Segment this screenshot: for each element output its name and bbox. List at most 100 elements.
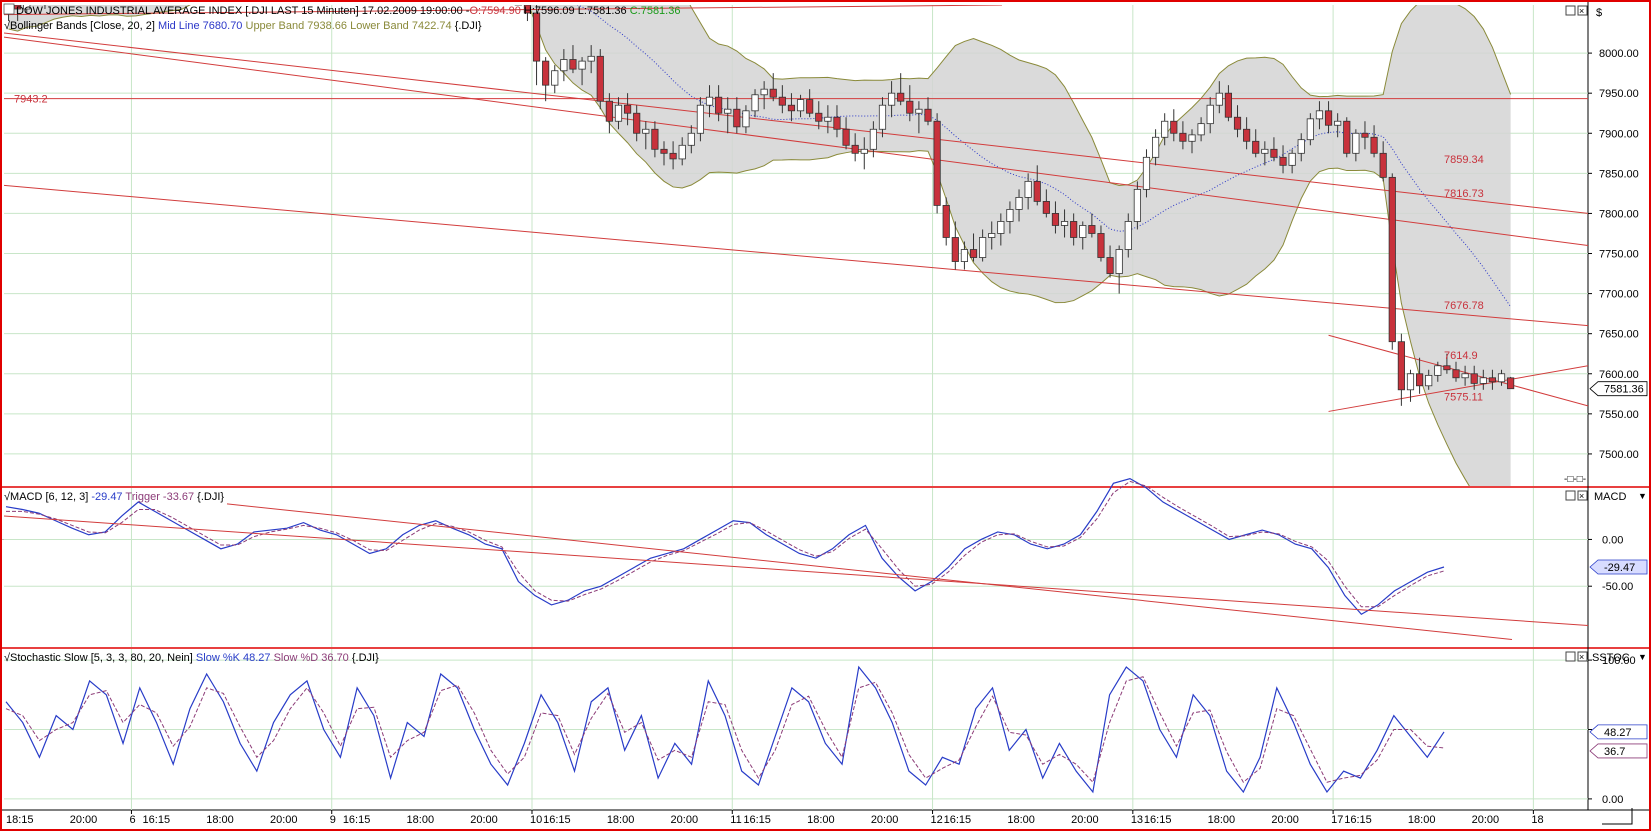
- candle-down: [833, 116, 841, 130]
- time-axis-label: 20:00: [470, 814, 498, 826]
- candle-up: [869, 128, 877, 150]
- stoch-axis-tick-label: 0.00: [1602, 794, 1623, 806]
- candle-up: [1133, 188, 1141, 222]
- candle-down: [1224, 92, 1232, 118]
- candle-up: [1024, 180, 1032, 198]
- candle-up: [960, 249, 969, 262]
- time-axis-label: 18:00: [1208, 814, 1236, 826]
- chart-window: 7943.2 7859.34 7816.73 7676.78 7614.9 7575.11…: [0, 0, 1651, 831]
- candle-up: [1497, 373, 1506, 383]
- time-axis-label: 16:15: [143, 814, 171, 826]
- candle-down: [969, 249, 978, 258]
- trendline-long-support: [4, 184, 1588, 327]
- time-axis-label: 17: [1331, 814, 1343, 826]
- level-label: 7575.11: [1444, 392, 1483, 404]
- candle-down: [660, 148, 668, 154]
- candle-down: [924, 108, 932, 122]
- candle-up: [1006, 209, 1014, 222]
- candle-down: [1388, 176, 1396, 343]
- time-axis-label: 11: [730, 814, 741, 826]
- candle-down: [542, 60, 550, 86]
- close-glyph: ×: [1579, 491, 1584, 501]
- candle-up: [796, 99, 805, 112]
- time-axis-label: 18:00: [1408, 814, 1436, 826]
- time-axis-label: 18:00: [1007, 814, 1035, 826]
- candle-down: [1279, 156, 1287, 166]
- macd-trendline-1: [3, 515, 1589, 626]
- dropdown-arrow-icon[interactable]: ▼: [1638, 652, 1647, 662]
- bollinger-band-fill: [8, 5, 1511, 486]
- scroll-nav-glyph[interactable]: -□-□-: [1564, 474, 1586, 485]
- candle-up: [1406, 373, 1415, 391]
- candle-down: [1179, 132, 1187, 142]
- candle-up: [751, 94, 759, 112]
- candle-up: [560, 59, 568, 72]
- stoch-axis-label: SSTOC: [1592, 652, 1630, 664]
- candle-up: [678, 144, 686, 160]
- chart-menu-icon[interactable]: [3, 3, 15, 15]
- dropdown-arrow-icon[interactable]: ▼: [1638, 491, 1647, 501]
- candle-up: [860, 148, 868, 154]
- candle-down: [1252, 140, 1260, 154]
- candle-up: [1188, 134, 1196, 142]
- candle-down: [1443, 365, 1451, 371]
- current-d-label: 36.7: [1604, 746, 1625, 758]
- candle-down: [778, 96, 786, 106]
- level-label: 7816.73: [1444, 188, 1484, 200]
- candle-up: [824, 116, 832, 122]
- candle-down: [806, 99, 814, 114]
- candle-down: [1452, 369, 1460, 379]
- candle-down: [933, 120, 941, 206]
- candle-up: [1261, 148, 1269, 154]
- candle-up: [988, 233, 996, 238]
- restore-icon[interactable]: [1565, 5, 1576, 16]
- candle-up: [979, 237, 987, 258]
- candle-down: [769, 88, 777, 98]
- price-axis-tick-label: 7750.00: [1599, 249, 1639, 261]
- candle-up: [915, 108, 923, 114]
- level-label: 7676.78: [1444, 300, 1484, 312]
- time-axis-label: 18: [1531, 814, 1543, 826]
- candle-up: [1425, 374, 1433, 387]
- time-axis-label: 18:15: [6, 814, 34, 826]
- candle-up: [1434, 365, 1442, 376]
- candle-down: [596, 55, 604, 102]
- candle-up: [1215, 92, 1223, 106]
- candle-down: [1488, 377, 1496, 383]
- time-axis-label: 16:15: [743, 814, 771, 826]
- candle-down: [951, 237, 959, 262]
- price-window-buttons: ×: [1565, 5, 1588, 16]
- restore-icon[interactable]: [1565, 651, 1576, 662]
- candle-up: [1306, 118, 1314, 141]
- candle-up: [551, 70, 559, 86]
- candle-down: [1097, 233, 1105, 258]
- price-axis-tick-label: 7800.00: [1599, 208, 1639, 220]
- candle-down: [942, 205, 950, 238]
- candle-down: [1324, 110, 1333, 126]
- candle-up: [1079, 225, 1087, 238]
- candle-up: [1352, 132, 1360, 154]
- candle-down: [1051, 213, 1060, 226]
- level-label: 7859.34: [1444, 154, 1484, 166]
- candle-down: [897, 92, 905, 102]
- time-axis-label: 20:00: [1271, 814, 1299, 826]
- candle-down: [1033, 180, 1041, 202]
- time-axis-label: 13: [1131, 814, 1143, 826]
- time-axis-label: 20:00: [671, 814, 699, 826]
- candle-up: [1479, 377, 1487, 384]
- time-axis-label: 20:00: [871, 814, 899, 826]
- close-glyph: ×: [1579, 6, 1584, 16]
- macd-axis-label: MACD: [1594, 491, 1626, 503]
- price-axis-tick-label: 7700.00: [1599, 289, 1639, 301]
- candle-down: [669, 152, 677, 160]
- price-axis-unit: $: [1596, 7, 1602, 19]
- current-price-label: 7581.36: [1604, 384, 1644, 396]
- price-axis-tick-label: 7500.00: [1599, 449, 1639, 461]
- candle-up: [1461, 373, 1469, 379]
- candle-down: [1170, 120, 1178, 134]
- macd-header: √MACD [6, 12, 3] -29.47 Trigger -33.67 {…: [4, 491, 224, 503]
- restore-icon[interactable]: [1565, 490, 1576, 501]
- candle-up: [1206, 104, 1214, 125]
- candle-up: [1142, 156, 1151, 190]
- candle-up: [642, 128, 650, 134]
